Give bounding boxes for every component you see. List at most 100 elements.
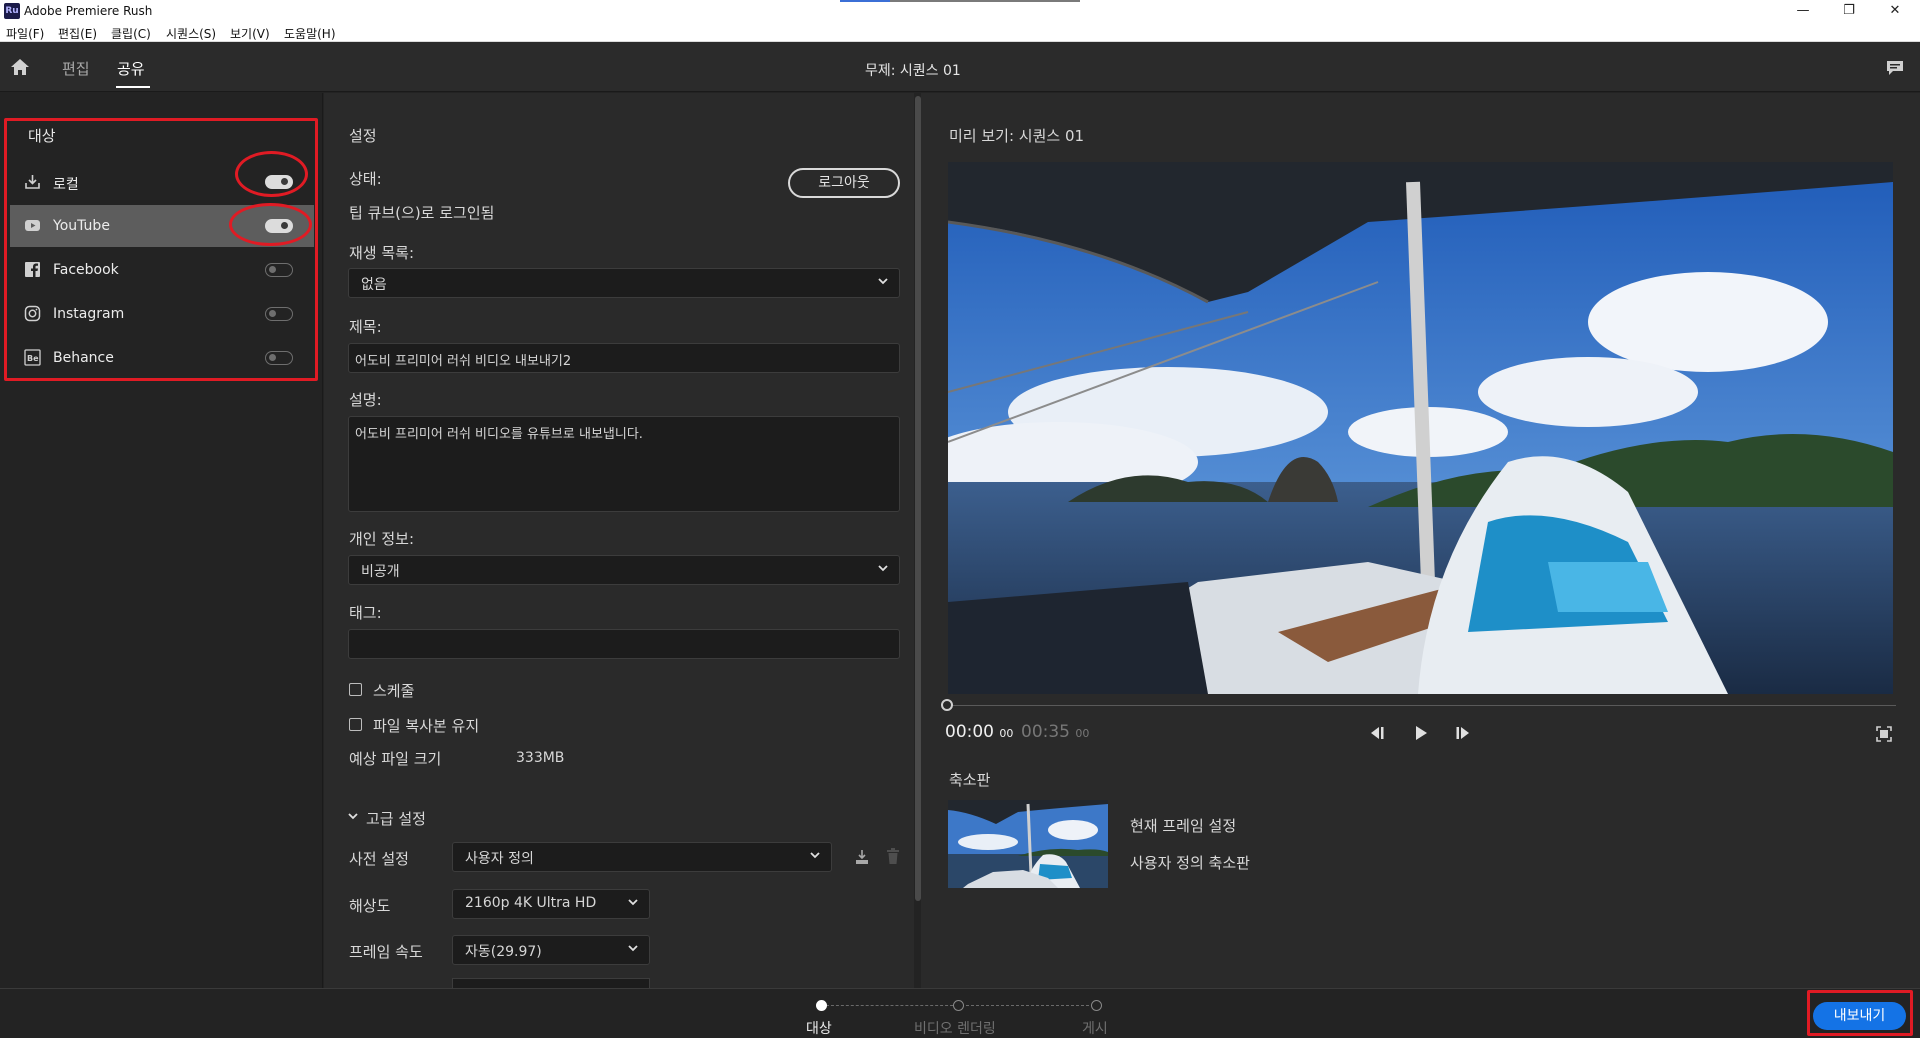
menu-help[interactable]: 도움말(H) [284,25,336,42]
close-button[interactable]: ✕ [1872,0,1918,22]
tab-edit[interactable]: 편집 [62,58,90,79]
thumb-option-custom[interactable]: 사용자 정의 축소판 [1130,852,1250,873]
export-button[interactable]: 내보내기 [1813,1002,1906,1030]
total-time: 00:35 [1021,722,1070,742]
destination-facebook-toggle[interactable] [265,263,293,277]
filesize-label: 예상 파일 크기 [349,750,442,768]
destination-behance-toggle[interactable] [265,351,293,365]
step-label-publish: 게시 [1082,1021,1108,1037]
facebook-icon [25,262,40,277]
step-connector [966,1005,1094,1006]
description-textarea[interactable]: 어도비 프리미어 러쉬 비디오를 유튜브로 내보냅니다. [348,416,900,512]
menu-edit[interactable]: 편집(E) [58,25,97,42]
total-timecode: 00:35 00 [1021,722,1089,742]
status-value: 팁 큐브(으)로 로그인됨 [349,204,495,222]
step-label-destination: 대상 [806,1021,832,1037]
cut-off-select [452,978,650,988]
menu-file[interactable]: 파일(F) [6,25,44,42]
step-dot-render [953,1000,964,1011]
title-bar: Ru Adobe Premiere Rush — ❐ ✕ [0,0,1920,22]
step-dot-publish [1091,1000,1102,1011]
playhead-handle[interactable] [941,699,953,711]
restore-button[interactable]: ❐ [1826,0,1872,22]
destination-behance-label: Behance [53,350,114,366]
preview-header: 미리 보기: 시퀀스 01 [949,127,1085,145]
destination-behance[interactable]: Be Behance [10,337,314,379]
current-time: 00:00 [945,722,994,742]
advanced-settings-toggle[interactable]: 고급 설정 [366,808,426,829]
resolution-select[interactable]: 2160p 4K Ultra HD [452,889,650,919]
step-connector [826,1005,958,1006]
privacy-select[interactable]: 비공개 [348,555,900,585]
tags-label: 태그: [349,604,382,622]
timeline-scrubber[interactable] [950,705,1896,706]
video-preview-frame[interactable] [948,162,1893,694]
schedule-checkbox[interactable] [349,683,362,696]
filesize-value: 333MB [516,750,565,766]
title-input[interactable]: 어도비 프리미어 러쉬 비디오 내보내기2 [348,343,900,373]
logout-button[interactable]: 로그아웃 [788,168,900,198]
current-frames: 00 [999,727,1014,740]
feedback-chat-icon[interactable] [1886,60,1904,76]
destination-facebook-label: Facebook [53,262,119,278]
preset-label: 사전 설정 [349,850,409,868]
app-header: 편집 공유 무제: 시퀀스 01 [0,42,1920,92]
playlist-select[interactable]: 없음 [348,268,900,298]
instagram-icon [24,305,41,322]
thumb-option-current-frame[interactable]: 현재 프레임 설정 [1130,815,1236,836]
chevron-down-icon [878,278,888,285]
destination-instagram-toggle[interactable] [265,307,293,321]
home-icon[interactable] [10,58,30,76]
current-timecode: 00:00 00 [945,722,1013,742]
play-icon[interactable] [1411,724,1431,742]
title-label: 제목: [349,318,382,336]
preset-select-value: 사용자 정의 [465,851,534,867]
resolution-select-value: 2160p 4K Ultra HD [465,895,597,911]
settings-header: 설정 [349,127,377,145]
playlist-select-value: 없음 [361,277,387,293]
resolution-label: 해상도 [349,897,391,915]
destination-facebook[interactable]: Facebook [10,249,314,291]
tab-share[interactable]: 공유 [117,58,145,79]
behance-icon: Be [24,349,41,366]
schedule-label: 스케줄 [373,682,415,700]
destination-instagram-label: Instagram [53,306,125,322]
step-forward-icon[interactable] [1454,724,1474,742]
save-preset-icon[interactable] [854,849,870,865]
destination-local-label: 로컬 [53,177,79,193]
status-label: 상태: [349,170,382,188]
delete-preset-icon[interactable] [886,848,900,865]
destination-instagram[interactable]: Instagram [10,293,314,335]
destination-youtube-label: YouTube [53,218,110,234]
fullscreen-icon[interactable] [1876,726,1892,742]
chevron-down-icon[interactable] [347,810,359,822]
privacy-label: 개인 정보: [349,530,415,548]
step-label-render: 비디오 렌더링 [914,1021,996,1037]
download-icon [25,175,40,189]
svg-text:Be: Be [27,354,39,363]
chevron-down-icon [878,565,888,572]
preset-select[interactable]: 사용자 정의 [452,842,832,872]
menu-sequence[interactable]: 시퀀스(S) [166,25,216,42]
framerate-select[interactable]: 자동(29.97) [452,935,650,965]
menu-view[interactable]: 보기(V) [230,25,270,42]
sequence-title: 무제: 시퀀스 01 [865,63,961,79]
description-label: 설명: [349,391,382,409]
window-title: Adobe Premiere Rush [24,4,153,18]
annotation-youtube-toggle-circle [229,203,312,246]
menu-bar: 파일(F) 편집(E) 클립(C) 시퀀스(S) 보기(V) 도움말(H) [0,22,1920,42]
menu-clip[interactable]: 클립(C) [111,25,151,42]
loading-progress-line [840,0,1080,2]
premiere-rush-logo-icon: Ru [4,3,20,19]
keep-copy-label: 파일 복사본 유지 [373,717,480,735]
chevron-down-icon [810,852,820,859]
step-dot-destination [816,1000,827,1011]
thumbnail-label: 축소판 [949,771,991,789]
keep-copy-checkbox[interactable] [349,718,362,731]
minimize-button[interactable]: — [1780,0,1826,22]
tags-input[interactable] [348,629,900,659]
destinations-header: 대상 [28,127,56,145]
step-back-icon[interactable] [1366,724,1386,742]
thumbnail-image[interactable] [948,800,1108,888]
framerate-label: 프레임 속도 [349,943,423,961]
